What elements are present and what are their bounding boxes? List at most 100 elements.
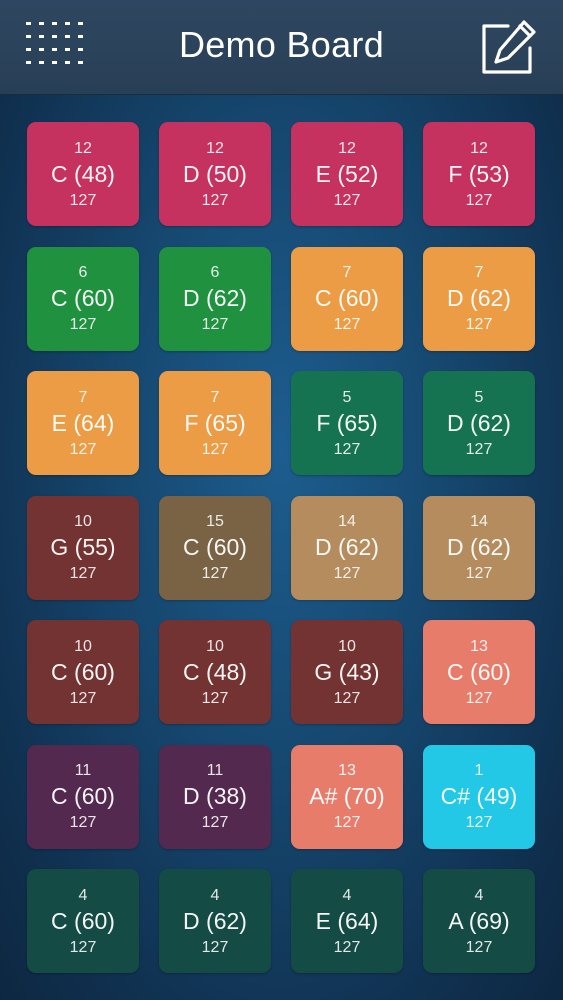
pad-velocity: 127	[69, 316, 97, 333]
pad-note: A# (70)	[309, 783, 385, 809]
pad-button[interactable]: 13 A# (70) 127	[291, 744, 403, 849]
pad-velocity: 127	[465, 440, 493, 458]
pad-button[interactable]: 4 D (62) 127	[159, 869, 271, 973]
pad-note: C (60)	[183, 534, 247, 560]
pad-button[interactable]: 14 D (62) 127	[423, 495, 535, 600]
pad-channel: 10	[206, 637, 224, 655]
pad-note: C (60)	[315, 285, 379, 311]
pad-velocity: 127	[333, 689, 361, 707]
pad-note: D (62)	[447, 285, 511, 311]
pad-button[interactable]: 12 F (53) 127	[423, 122, 535, 226]
pad-button[interactable]: 7 F (65) 127	[159, 371, 271, 475]
pad-velocity: 127	[69, 191, 97, 209]
pad-note: F (65)	[184, 409, 246, 436]
pad-button[interactable]: 11 D (38) 127	[159, 744, 271, 849]
pad-button[interactable]: 14 D (62) 127	[291, 495, 403, 600]
pad-note: C (60)	[447, 658, 511, 685]
pad-channel: 5	[474, 388, 484, 406]
pad-button[interactable]: 10 G (55) 127	[27, 495, 139, 600]
pad-channel: 11	[74, 762, 92, 779]
pad-button[interactable]: 12 D (50) 127	[159, 122, 271, 226]
pad-note: D (62)	[447, 534, 511, 560]
pad-note: C# (49)	[440, 783, 518, 809]
pad-note: G (43)	[314, 658, 380, 685]
pad-note: C (48)	[183, 658, 247, 685]
nav-bar: Demo Board	[0, 0, 563, 95]
pad-button[interactable]: 12 E (52) 127	[291, 122, 403, 226]
pad-button[interactable]: 7 C (60) 127	[291, 246, 403, 351]
pad-button[interactable]: 12 C (48) 127	[27, 122, 139, 226]
pad-velocity: 127	[333, 316, 361, 333]
pad-velocity: 127	[201, 689, 229, 707]
pad-velocity: 127	[69, 440, 97, 458]
pad-velocity: 127	[69, 814, 97, 831]
pad-velocity: 127	[333, 814, 361, 831]
pad-note: C (60)	[51, 907, 115, 934]
pad-note: C (60)	[51, 783, 115, 809]
pad-channel: 12	[74, 139, 92, 157]
pad-channel: 4	[210, 886, 220, 904]
pad-note: G (55)	[50, 534, 116, 560]
pad-button[interactable]: 1 C# (49) 127	[423, 744, 535, 849]
pad-velocity: 127	[201, 938, 229, 956]
pad-velocity: 127	[201, 565, 229, 582]
pad-note: D (38)	[183, 783, 247, 809]
pad-button[interactable]: 5 D (62) 127	[423, 371, 535, 475]
pad-note: D (62)	[183, 907, 247, 934]
pad-velocity: 127	[465, 814, 493, 831]
pad-channel: 7	[342, 264, 352, 281]
pad-button[interactable]: 10 C (48) 127	[159, 620, 271, 724]
pad-velocity: 127	[465, 565, 493, 582]
pad-channel: 13	[338, 762, 356, 779]
pad-button[interactable]: 5 F (65) 127	[291, 371, 403, 475]
pad-channel: 5	[342, 388, 352, 406]
pad-channel: 6	[210, 264, 220, 281]
pad-button[interactable]: 13 C (60) 127	[423, 620, 535, 724]
pad-note: F (65)	[316, 409, 378, 436]
pad-channel: 12	[206, 139, 224, 157]
pad-velocity: 127	[333, 938, 361, 956]
pad-note: F (53)	[448, 160, 510, 187]
pad-note: D (62)	[183, 285, 247, 311]
pad-velocity: 127	[201, 440, 229, 458]
pad-grid: 12 C (48) 127 12 D (50) 127 12 E (52) 127 12 F (53…	[27, 122, 535, 973]
pad-channel: 10	[74, 637, 92, 655]
pad-velocity: 127	[465, 689, 493, 707]
pad-button[interactable]: 10 G (43) 127	[291, 620, 403, 724]
pad-channel: 4	[342, 886, 352, 904]
pad-velocity: 127	[69, 938, 97, 956]
pad-velocity: 127	[69, 565, 97, 582]
pad-channel: 10	[74, 513, 92, 530]
pad-button[interactable]: 4 A (69) 127	[423, 869, 535, 973]
pad-channel: 14	[338, 513, 356, 530]
pad-velocity: 127	[201, 814, 229, 831]
pad-note: E (64)	[51, 409, 115, 436]
pad-channel: 13	[470, 637, 488, 655]
pad-channel: 4	[474, 886, 484, 904]
pad-channel: 12	[470, 139, 488, 157]
pad-channel: 12	[338, 139, 356, 157]
pad-button[interactable]: 7 E (64) 127	[27, 371, 139, 475]
pad-channel: 14	[470, 513, 488, 530]
edit-pencil-icon[interactable]	[478, 18, 540, 78]
pad-velocity: 127	[333, 191, 361, 209]
pad-note: D (62)	[447, 409, 511, 436]
pad-channel: 4	[78, 886, 88, 904]
pad-button[interactable]: 6 D (62) 127	[159, 246, 271, 351]
pad-button[interactable]: 6 C (60) 127	[27, 246, 139, 351]
pad-button[interactable]: 4 E (64) 127	[291, 869, 403, 973]
pad-velocity: 127	[201, 316, 229, 333]
pad-channel: 10	[338, 637, 356, 655]
pad-channel: 11	[206, 762, 224, 779]
pad-note: E (52)	[315, 160, 379, 187]
pad-button[interactable]: 7 D (62) 127	[423, 246, 535, 351]
pad-button[interactable]: 15 C (60) 127	[159, 495, 271, 600]
pad-velocity: 127	[465, 191, 493, 209]
pad-velocity: 127	[333, 565, 361, 582]
pad-channel: 7	[474, 264, 484, 281]
pad-button[interactable]: 11 C (60) 127	[27, 744, 139, 849]
pad-velocity: 127	[69, 689, 97, 707]
pad-button[interactable]: 4 C (60) 127	[27, 869, 139, 973]
pad-button[interactable]: 10 C (60) 127	[27, 620, 139, 724]
pad-note: C (60)	[51, 285, 115, 311]
